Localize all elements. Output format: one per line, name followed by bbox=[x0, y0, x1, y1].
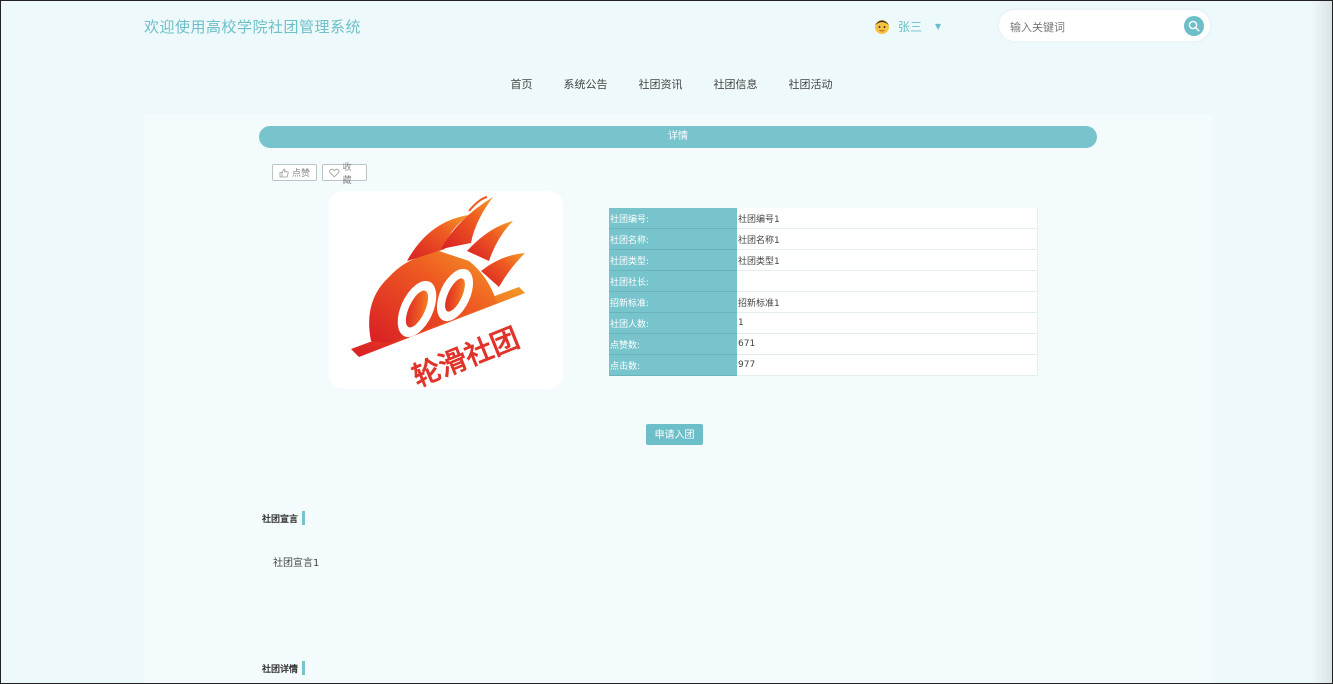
table-row: 招新标准: 招新标准1 bbox=[609, 291, 1038, 313]
roller-skate-logo-icon: 轮滑社团 bbox=[351, 196, 525, 389]
like-button[interactable]: 点赞 bbox=[272, 164, 317, 181]
nav-item-home[interactable]: 首页 bbox=[511, 76, 533, 92]
table-row: 点击数: 977 bbox=[609, 354, 1038, 376]
window-edge-shadow bbox=[1311, 0, 1333, 684]
chevron-down-icon: ▼ bbox=[935, 21, 942, 31]
search-input[interactable] bbox=[1008, 17, 1182, 37]
manifesto-title-text: 社团宣言 bbox=[262, 514, 299, 525]
apply-join-button[interactable]: 申请入团 bbox=[646, 424, 703, 445]
manifesto-body: 社团宣言1 bbox=[273, 558, 320, 569]
field-value bbox=[737, 270, 1038, 292]
details-section-title: 社团详情 bbox=[262, 661, 306, 675]
nav-item-club-info[interactable]: 社团信息 bbox=[714, 76, 758, 92]
field-label: 社团编号: bbox=[609, 208, 737, 229]
field-value: 社团编号1 bbox=[737, 208, 1038, 229]
content-panel bbox=[144, 114, 1212, 684]
nav-item-announcements[interactable]: 系统公告 bbox=[564, 76, 608, 92]
nav-item-club-activities[interactable]: 社团活动 bbox=[789, 76, 833, 92]
field-value: 招新标准1 bbox=[737, 291, 1038, 313]
detail-header-bar: 详情 bbox=[259, 126, 1097, 148]
field-label: 社团社长: bbox=[609, 270, 737, 292]
search-icon bbox=[1188, 20, 1200, 32]
field-label: 招新标准: bbox=[609, 291, 737, 313]
table-row: 社团社长: bbox=[609, 270, 1038, 292]
field-label: 点击数: bbox=[609, 354, 737, 376]
table-row: 点赞数: 671 bbox=[609, 333, 1038, 355]
club-info-table: 社团编号: 社团编号1 社团名称: 社团名称1 社团类型: 社团类型1 社团社长… bbox=[609, 208, 1038, 376]
field-label: 社团人数: bbox=[609, 312, 737, 334]
main-nav: 首页 系统公告 社团资讯 社团信息 社团活动 bbox=[0, 76, 1333, 92]
user-name: 张三 bbox=[898, 19, 923, 34]
like-label: 点赞 bbox=[292, 169, 311, 179]
field-label: 社团类型: bbox=[609, 249, 737, 271]
section-marker bbox=[302, 661, 306, 675]
table-row: 社团人数: 1 bbox=[609, 312, 1038, 334]
details-title-text: 社团详情 bbox=[262, 664, 299, 675]
favorite-label: 收藏 bbox=[342, 162, 352, 186]
nav-item-club-news[interactable]: 社团资讯 bbox=[639, 76, 683, 92]
field-value: 977 bbox=[737, 354, 1038, 376]
favorite-button[interactable]: 收藏 bbox=[322, 163, 367, 186]
table-row: 社团编号: 社团编号1 bbox=[609, 208, 1038, 229]
table-row: 社团名称: 社团名称1 bbox=[609, 228, 1038, 250]
field-value: 社团类型1 bbox=[737, 249, 1038, 271]
search-box bbox=[999, 10, 1210, 41]
field-label: 点赞数: bbox=[609, 333, 737, 355]
section-marker bbox=[302, 511, 306, 525]
user-menu[interactable]: 张三 ▼ bbox=[873, 17, 941, 35]
thumbs-up-icon bbox=[279, 168, 289, 177]
table-row: 社团类型: 社团类型1 bbox=[609, 249, 1038, 271]
site-title: 欢迎使用高校学院社团管理系统 bbox=[144, 18, 362, 36]
manifesto-section-title: 社团宣言 bbox=[262, 511, 306, 525]
field-value: 1 bbox=[737, 312, 1038, 334]
club-logo-image: 轮滑社团 bbox=[329, 191, 563, 389]
search-button[interactable] bbox=[1184, 16, 1204, 36]
field-label: 社团名称: bbox=[609, 228, 737, 250]
heart-icon bbox=[329, 168, 340, 177]
field-value: 社团名称1 bbox=[737, 228, 1038, 250]
field-value: 671 bbox=[737, 333, 1038, 355]
user-avatar-icon bbox=[875, 20, 889, 34]
